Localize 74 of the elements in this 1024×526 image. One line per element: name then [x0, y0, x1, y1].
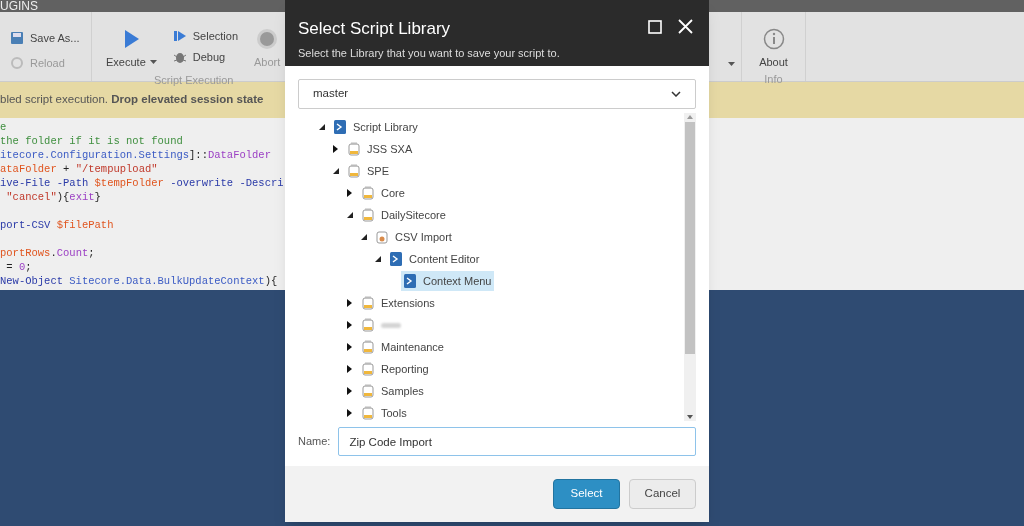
selection-button[interactable]: Selection [172, 28, 238, 45]
maximize-icon[interactable] [648, 20, 662, 34]
jar-icon [362, 406, 374, 420]
expand-triangle-icon[interactable] [332, 145, 339, 153]
code-line: itecore.Configuration.Settings]::DataFolder [0, 148, 271, 162]
save-icon [10, 31, 24, 46]
save-button[interactable]: Save As... [10, 30, 80, 47]
jar-icon [348, 142, 360, 156]
collapse-triangle-icon[interactable] [360, 233, 367, 241]
play-selection-icon [172, 29, 187, 44]
jar-icon [362, 296, 374, 310]
tree-item[interactable]: Content Editor [387, 249, 483, 269]
tree-item[interactable]: Context Menu [401, 271, 495, 291]
caret-icon [728, 62, 735, 66]
code-line: = 0; [5, 260, 32, 274]
tree-item[interactable]: Core [359, 183, 408, 203]
tree-item[interactable]: DailySitecore [359, 205, 449, 225]
jar-icon [362, 384, 374, 398]
code-line: the folder if it is not found [0, 134, 183, 148]
tree-item[interactable]: Tools [359, 403, 410, 421]
collapse-triangle-icon[interactable] [346, 211, 353, 219]
scroll-down-icon[interactable] [687, 415, 693, 419]
stop-icon [256, 28, 279, 50]
expand-triangle-icon[interactable] [346, 343, 353, 351]
expand-triangle-icon[interactable] [346, 409, 353, 417]
collapse-triangle-icon[interactable] [374, 255, 381, 263]
code-line: ive-File -Path $tempFolder -overwrite -Descri [0, 176, 284, 190]
tree-item[interactable]: Extensions [359, 293, 438, 313]
jar-icon [362, 362, 374, 376]
about-button[interactable]: About [759, 28, 788, 71]
execute-button[interactable]: Execute [106, 28, 157, 71]
caret-icon [149, 60, 157, 65]
database-dropdown[interactable]: master [298, 79, 696, 109]
tree-item[interactable]: Script Library [331, 117, 421, 137]
code-line: port-CSV $filePath [0, 218, 114, 232]
jar-icon [362, 318, 374, 332]
expand-triangle-icon[interactable] [346, 387, 353, 395]
tree-item[interactable]: Maintenance [359, 337, 447, 357]
jar-icon [348, 164, 360, 178]
script-icon [334, 120, 346, 134]
tree-item[interactable]: CSV Import [373, 227, 455, 247]
cancel-button[interactable]: Cancel [629, 479, 696, 509]
jar-icon [362, 186, 374, 200]
expand-triangle-icon[interactable] [346, 365, 353, 373]
dialog-title: Select Script Library [298, 18, 451, 40]
debug-button[interactable]: Debug [172, 48, 238, 65]
jar-icon [376, 230, 388, 244]
tree-item[interactable]: SPE [345, 161, 392, 181]
tree-item[interactable]: Reporting [359, 359, 432, 379]
code-line: e [0, 120, 7, 134]
close-icon[interactable] [678, 19, 693, 34]
name-label: Name: [298, 434, 331, 450]
code-line: portRows.Count; [0, 246, 95, 260]
chevron-down-icon [671, 91, 681, 97]
tree-item[interactable]: JSS SXA [345, 139, 416, 159]
code-line: "cancel"){exit} [5, 190, 101, 204]
script-icon [404, 274, 416, 288]
info-icon [762, 28, 785, 50]
select-button[interactable]: Select [553, 479, 620, 509]
code-line: New-Object Sitecore.Data.BulkUpdateContext){ [0, 274, 278, 288]
dialog-subtitle: Select the Library that you want to save your script to. [298, 45, 560, 61]
name-field[interactable]: Zip Code Import [338, 427, 696, 456]
script-icon [390, 252, 402, 266]
tree-item[interactable]: Samples [359, 381, 427, 401]
collapse-triangle-icon[interactable] [332, 167, 339, 175]
expand-triangle-icon[interactable] [346, 321, 353, 329]
expand-triangle-icon[interactable] [346, 299, 353, 307]
reload-icon [10, 55, 24, 70]
collapse-triangle-icon[interactable] [318, 123, 325, 131]
jar-icon [362, 340, 374, 354]
expand-triangle-icon[interactable] [346, 189, 353, 197]
scrollbar[interactable] [684, 113, 696, 421]
code-line: ataFolder + "/tempupload" [0, 162, 158, 176]
jar-icon [362, 208, 374, 222]
